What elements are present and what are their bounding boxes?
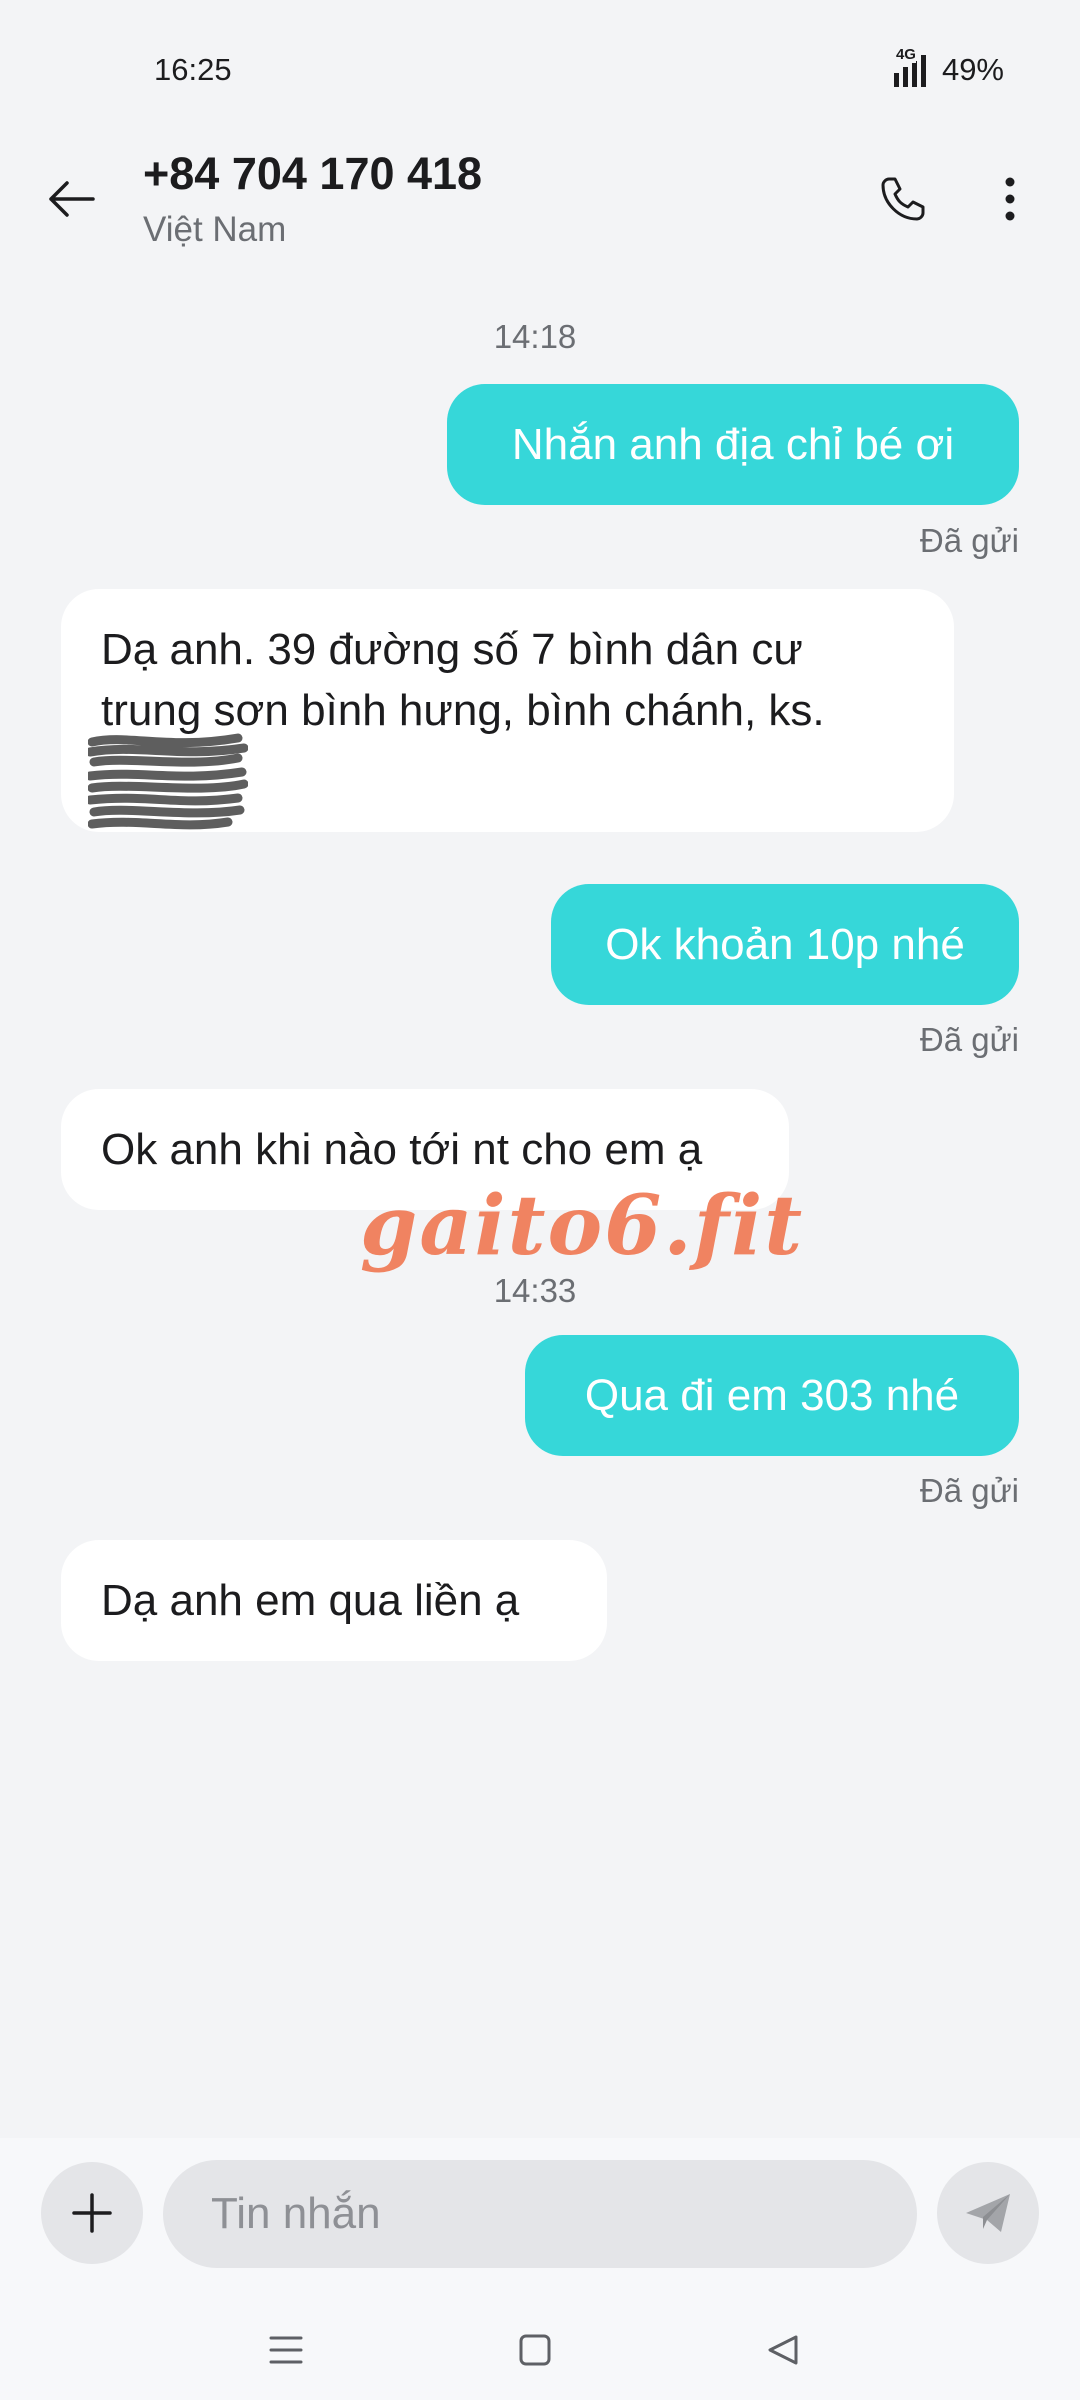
arrow-left-icon — [49, 181, 95, 217]
system-nav-bar — [0, 2298, 1080, 2400]
conversation-header: +84 704 170 418 Việt Nam — [0, 140, 1080, 290]
outgoing-message[interactable]: Nhắn anh địa chỉ bé ơi — [447, 384, 1019, 505]
back-button[interactable] — [36, 164, 106, 234]
more-options-button[interactable] — [975, 164, 1045, 234]
square-icon — [519, 2334, 551, 2366]
phone-icon — [881, 177, 925, 221]
send-button[interactable] — [937, 2162, 1039, 2264]
composer-bar — [0, 2138, 1080, 2298]
call-button[interactable] — [868, 164, 938, 234]
contact-name: +84 704 170 418 — [143, 148, 483, 199]
messaging-screen: 16:25 4G 49% +84 704 170 418 Việt Nam 14… — [0, 0, 1080, 2400]
nav-back-button[interactable] — [748, 2320, 818, 2380]
timestamp: 14:18 — [493, 318, 577, 355]
sent-status: Đã gửi — [919, 522, 1019, 559]
signal-icon: 4G — [886, 47, 932, 87]
plus-icon — [72, 2193, 112, 2233]
status-bar: 16:25 4G 49% — [0, 0, 1080, 140]
message-input[interactable] — [163, 2160, 917, 2268]
more-vertical-icon — [1005, 177, 1015, 221]
add-attachment-button[interactable] — [41, 2162, 143, 2264]
status-time: 16:25 — [154, 52, 232, 87]
outgoing-message[interactable]: Qua đi em 303 nhé — [525, 1335, 1019, 1456]
status-indicators: 4G 49% — [886, 47, 1004, 88]
network-type: 4G — [895, 46, 916, 63]
incoming-message[interactable]: Dạ anh em qua liền ạ — [61, 1540, 607, 1661]
send-icon — [966, 2194, 1010, 2232]
sent-status: Đã gửi — [919, 1021, 1019, 1058]
redaction-scribble — [88, 733, 248, 830]
message-line: Ok anh khi nào tới nt cho em ạ — [101, 1125, 703, 1174]
message-line: Dạ anh. 39 đường số 7 bình dân cư — [101, 625, 803, 674]
contact-country: Việt Nam — [143, 210, 287, 249]
battery-level: 49% — [941, 52, 1004, 87]
nav-menu-button[interactable] — [251, 2320, 321, 2380]
nav-home-button[interactable] — [500, 2320, 570, 2380]
timestamp: 14:33 — [493, 1272, 577, 1309]
message-line: Dạ anh em qua liền ạ — [101, 1576, 520, 1625]
outgoing-message[interactable]: Ok khoản 10p nhé — [551, 884, 1019, 1005]
sent-status: Đã gửi — [919, 1472, 1019, 1509]
menu-icon — [269, 2336, 303, 2364]
triangle-back-icon — [768, 2335, 798, 2365]
watermark: gaito6.fit — [360, 1178, 805, 1274]
